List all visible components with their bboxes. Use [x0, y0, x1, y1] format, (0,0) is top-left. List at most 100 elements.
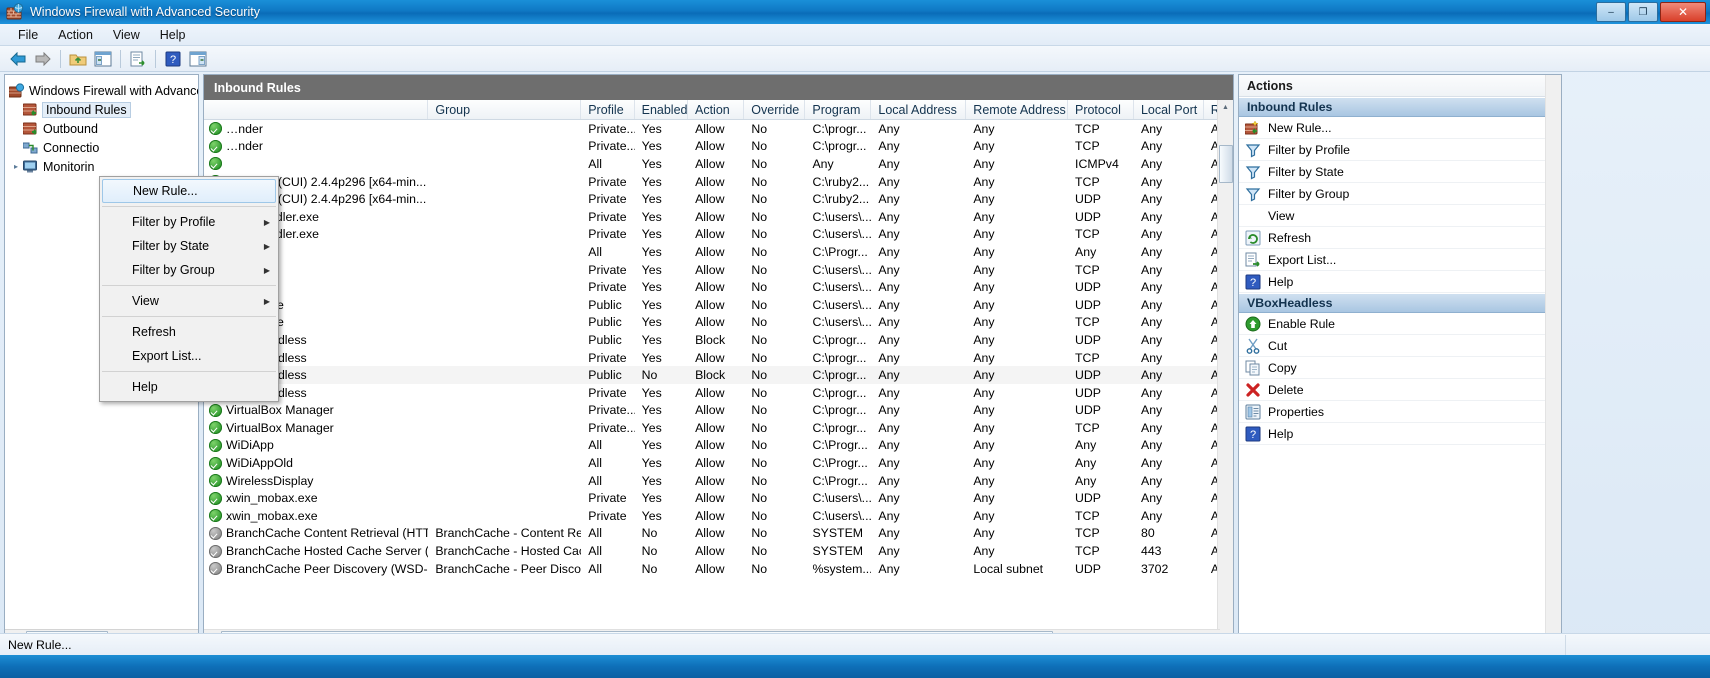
table-row[interactable]: VirtualBox Manager Private... Yes Allow No C:… — [204, 419, 1233, 437]
sidebar-item-monitoring[interactable]: ▸ Monitorin — [9, 157, 198, 176]
sidebar-item-inbound-rules[interactable]: Inbound Rules — [9, 100, 198, 119]
action-item-cut[interactable]: Cut — [1239, 335, 1561, 357]
help-icon[interactable]: ? — [161, 48, 185, 70]
cell-profile: Private — [588, 209, 627, 224]
table-row[interactable]: VirtualBox Manager Private... Yes Allow No C:… — [204, 402, 1233, 420]
menu-help[interactable]: Help — [150, 26, 196, 44]
maximize-button[interactable]: ❐ — [1628, 2, 1658, 22]
connection-security-icon — [22, 140, 39, 156]
list-vertical-scroll-thumb[interactable] — [1219, 145, 1233, 183]
table-row[interactable]: WiDiApp All Yes Allow No C:\Progr... Any Any Any… — [204, 437, 1233, 455]
cell-override: No — [751, 262, 768, 277]
action-item-delete[interactable]: Delete — [1239, 379, 1561, 401]
table-row[interactable]: BranchCache Peer Discovery (WSD-In) Branc… — [204, 560, 1233, 578]
up-folder-icon[interactable] — [66, 48, 90, 70]
table-row[interactable]: VBoxHeadlessPublicYesBlockNoC:\progr...A… — [204, 331, 1233, 349]
action-item-copy[interactable]: Copy — [1239, 357, 1561, 379]
table-row[interactable]: spotify.exePublicYesAllowNoC:\users\...A… — [204, 296, 1233, 314]
rule-name: VirtualBox Manager — [226, 403, 334, 418]
action-item-filter-by-state[interactable]: Filter by State▶ — [1239, 161, 1561, 183]
show-console-tree-icon[interactable] — [91, 48, 115, 70]
menu-action[interactable]: Action — [48, 26, 103, 44]
tree-root-node[interactable]: Windows Firewall with Advance — [8, 81, 198, 100]
export-list-icon[interactable] — [126, 48, 150, 70]
action-item-enable-rule[interactable]: Enable Rule — [1239, 313, 1561, 335]
action-item-help[interactable]: ? Help — [1239, 423, 1561, 445]
menu-file[interactable]: File — [8, 26, 48, 44]
table-row[interactable]: …ric-handler.exePrivateYesAllowNoC:\user… — [204, 226, 1233, 244]
context-menu-item-label: Refresh — [132, 325, 176, 339]
action-item-properties[interactable]: Properties — [1239, 401, 1561, 423]
cell-protocol: UDP — [1075, 385, 1102, 400]
table-row[interactable]: …nder Private... Yes Allow No C:\progr... Any A… — [204, 120, 1233, 138]
table-row[interactable]: spotify.exePublicYesAllowNoC:\users\...A… — [204, 314, 1233, 332]
table-row[interactable]: BranchCache Content Retrieval (HTTP-In) B… — [204, 525, 1233, 543]
table-row[interactable]: …nder Private... Yes Allow No C:\progr... Any A… — [204, 138, 1233, 156]
table-row[interactable]: WirelessDisplay All Yes Allow No C:\Progr... A… — [204, 472, 1233, 490]
table-row[interactable]: …rpreter (CUI) 2.4.4p296 [x64-min... Priv… — [204, 190, 1233, 208]
context-menu-item-new-rule[interactable]: New Rule... — [102, 179, 276, 203]
table-row[interactable]: …ePrivateYesAllowNoC:\users\...AnyAnyUDP… — [204, 278, 1233, 296]
actions-vertical-scrollbar[interactable] — [1545, 75, 1561, 645]
menu-view[interactable]: View — [103, 26, 150, 44]
table-row[interactable]: VBoxHeadlessPublicNoBlockNoC:\progr...An… — [204, 366, 1233, 384]
context-menu-item-help[interactable]: Help — [100, 375, 278, 399]
column-header-protocol[interactable]: Protocol — [1068, 100, 1134, 119]
context-menu-item-filter-by-group[interactable]: Filter by Group ▶ — [100, 258, 278, 282]
actions-group-header-inbound-rules[interactable]: Inbound Rules▲ — [1239, 97, 1561, 117]
action-item-view[interactable]: View▶ — [1239, 205, 1561, 227]
cell-remote_address: Any — [973, 403, 995, 418]
column-header-profile[interactable]: Profile — [581, 100, 635, 119]
cut-icon — [1245, 338, 1261, 354]
table-row[interactable]: xwin_mobax.exe Private Yes Allow No C:\users\… — [204, 507, 1233, 525]
table-row[interactable]: VBoxHeadlessPrivateYesAllowNoC:\progr...… — [204, 384, 1233, 402]
column-header-remote-address[interactable]: Remote Address — [966, 100, 1068, 119]
table-row[interactable]: xwin_mobax.exe Private Yes Allow No C:\users\… — [204, 489, 1233, 507]
action-item-new-rule[interactable]: New Rule... — [1239, 117, 1561, 139]
column-header-enabled[interactable]: Enabled — [635, 100, 688, 119]
context-menu-item-filter-by-state[interactable]: Filter by State ▶ — [100, 234, 278, 258]
cell-local_port: 3702 — [1141, 561, 1169, 576]
sidebar-item-outbound-rules[interactable]: Outbound — [9, 119, 198, 138]
close-button[interactable]: ✕ — [1660, 2, 1706, 22]
sidebar-item-connection-security-rules[interactable]: Connectio — [9, 138, 198, 157]
table-row[interactable]: WiDiAppOld All Yes Allow No C:\Progr... Any Any… — [204, 454, 1233, 472]
cell-override: No — [751, 209, 768, 224]
action-item-export-list[interactable]: Export List... — [1239, 249, 1561, 271]
cell-profile: All — [588, 156, 602, 171]
cell-action: Allow — [695, 244, 725, 259]
list-vertical-scrollbar[interactable]: ▲ ▼ — [1217, 100, 1233, 645]
column-header-name[interactable] — [204, 100, 429, 119]
tree-expander-monitoring[interactable]: ▸ — [9, 162, 23, 171]
action-item-refresh[interactable]: Refresh — [1239, 227, 1561, 249]
action-item-filter-by-group[interactable]: Filter by Group▶ — [1239, 183, 1561, 205]
list-scroll-up-arrow[interactable]: ▲ — [1218, 100, 1233, 115]
window-controls: – ❐ ✕ — [1596, 2, 1706, 22]
forward-icon[interactable] — [31, 48, 55, 70]
column-header-row[interactable]: Group Profile Enabled Action Override Program… — [204, 100, 1233, 120]
allow-rule-icon — [209, 491, 222, 505]
action-item-help[interactable]: ? Help — [1239, 271, 1561, 293]
context-menu-item-refresh[interactable]: Refresh — [100, 320, 278, 344]
table-row[interactable]: …rpreter (CUI) 2.4.4p296 [x64-min... Priv… — [204, 173, 1233, 191]
actions-group-header-vboxheadless[interactable]: VBoxHeadless▲ — [1239, 293, 1561, 313]
table-row[interactable]: …entTestAllYesAllowNoC:\Progr...AnyAnyAn… — [204, 243, 1233, 261]
context-menu-item-export-list[interactable]: Export List... — [100, 344, 278, 368]
context-menu-item-filter-by-profile[interactable]: Filter by Profile ▶ — [100, 210, 278, 234]
show-action-pane-icon[interactable] — [186, 48, 210, 70]
minimize-button[interactable]: – — [1596, 2, 1626, 22]
column-header-override[interactable]: Override — [744, 100, 806, 119]
column-header-group[interactable]: Group — [428, 100, 582, 119]
table-row[interactable]: BranchCache Hosted Cache Server (HTT... B… — [204, 542, 1233, 560]
column-header-local-port[interactable]: Local Port — [1134, 100, 1204, 119]
context-menu-item-view[interactable]: View ▶ — [100, 289, 278, 313]
column-header-local-address[interactable]: Local Address — [871, 100, 967, 119]
column-header-action[interactable]: Action — [688, 100, 745, 119]
back-icon[interactable] — [6, 48, 30, 70]
table-row[interactable]: …ePrivateYesAllowNoC:\users\...AnyAnyTCP… — [204, 261, 1233, 279]
table-row[interactable]: …ric-handler.exePrivateYesAllowNoC:\user… — [204, 208, 1233, 226]
action-item-filter-by-profile[interactable]: Filter by Profile▶ — [1239, 139, 1561, 161]
table-row[interactable]: VBoxHeadlessPrivateYesAllowNoC:\progr...… — [204, 349, 1233, 367]
table-row[interactable]: All Yes Allow No Any Any Any ICMPv4 Any A — [204, 155, 1233, 173]
column-header-program[interactable]: Program — [805, 100, 872, 119]
